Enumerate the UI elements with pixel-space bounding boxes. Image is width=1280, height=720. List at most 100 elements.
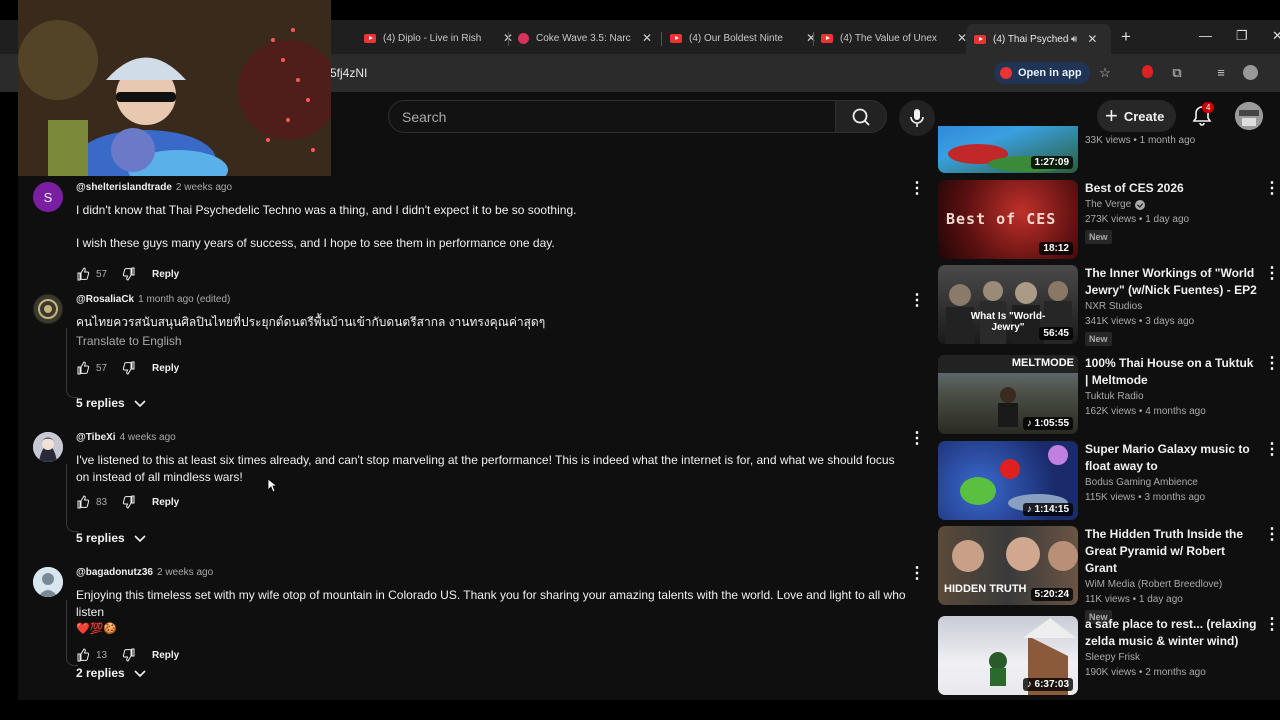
close-window-icon[interactable]: ✕ [1272, 28, 1280, 44]
comment-time[interactable]: 2 weeks ago [176, 182, 232, 193]
video-title[interactable]: a safe place to rest... (relaxing zelda … [1085, 616, 1260, 650]
video-thumbnail[interactable]: ♪ 6:37:03 [938, 616, 1078, 695]
comment-author[interactable]: @RosaliaCk [76, 294, 134, 305]
comment-author[interactable]: @TibeXi [76, 432, 116, 443]
url-field[interactable]: 5fj4zNI [330, 66, 367, 80]
extensions-puzzle-icon[interactable]: ⧉ [1169, 65, 1185, 81]
recommended-video[interactable]: 1:27:09 33K views • 1 month ago [938, 126, 1280, 173]
comment-thread: @RosaliaCk 1 month ago (edited) คนไทยควรส… [33, 293, 925, 424]
comment-text: I wish these guys many years of success,… [76, 236, 555, 250]
more-options-icon[interactable]: ⋮ [1264, 442, 1280, 458]
media-control-icon[interactable]: ≡ [1213, 65, 1229, 81]
reply-button[interactable]: Reply [152, 269, 179, 280]
comment-time[interactable]: 1 month ago (edited) [138, 294, 230, 305]
video-thumbnail[interactable]: What Is "World-Jewry" 56:45 [938, 265, 1078, 344]
extension-red-icon[interactable] [1139, 65, 1155, 81]
more-options-icon[interactable]: ⋮ [909, 431, 925, 448]
recommended-video[interactable]: ♪ 1:14:15 Super Mario Galaxy music to fl… [938, 441, 1280, 521]
channel-name[interactable]: WiM Media (Robert Breedlove) [1085, 579, 1222, 590]
recommended-video[interactable]: HIDDEN TRUTH 5:20:24 The Hidden Truth In… [938, 526, 1280, 624]
recommended-video[interactable]: Best of CES 18:12 Best of CES 2026 The V… [938, 180, 1280, 260]
like-icon[interactable] [76, 495, 90, 509]
channel-name[interactable]: The Verge [1085, 199, 1131, 210]
search-button[interactable] [835, 100, 887, 133]
minimize-icon[interactable]: — [1199, 28, 1212, 43]
dislike-icon[interactable] [122, 648, 136, 662]
open-in-app-button[interactable]: Open in app [994, 62, 1090, 84]
voice-search-button[interactable] [899, 100, 935, 136]
recommended-video[interactable]: What Is "World-Jewry" 56:45 The Inner Wo… [938, 265, 1280, 346]
webcam-overlay [18, 0, 331, 176]
comment-author[interactable]: @shelterislandtrade [76, 182, 172, 193]
search-input[interactable] [402, 109, 802, 125]
more-options-icon[interactable]: ⋮ [909, 293, 925, 310]
speaker-icon[interactable]: 🔊︎ [1071, 34, 1077, 45]
recommended-video[interactable]: ♪ 6:37:03 a safe place to rest... (relax… [938, 616, 1280, 696]
video-duration: 18:12 [1039, 242, 1073, 255]
more-options-icon[interactable]: ⋮ [909, 181, 925, 198]
comment-body: @shelterislandtrade 2 weeks ago I didn't … [76, 182, 916, 282]
video-duration: ♪ 1:05:55 [1022, 417, 1073, 430]
profile-icon[interactable] [1242, 65, 1258, 81]
bookmark-star-icon[interactable]: ☆ [1097, 65, 1113, 81]
channel-name[interactable]: Bodus Gaming Ambience [1085, 477, 1198, 488]
view-replies-button[interactable]: 5 replies [76, 396, 146, 410]
chevron-down-icon [134, 535, 146, 543]
comment-author[interactable]: @bagadonutz36 [76, 567, 153, 578]
avatar[interactable] [33, 432, 63, 462]
video-title[interactable]: The Inner Workings of "World Jewry" (w/N… [1085, 265, 1260, 299]
comment-time[interactable]: 2 weeks ago [157, 567, 213, 578]
new-badge: New [1085, 230, 1112, 244]
tab-thai-psychedelic[interactable]: (4) Thai Psychede 🔊︎ ✕ [966, 24, 1111, 54]
video-thumbnail[interactable]: ♪ 1:14:15 [938, 441, 1078, 520]
video-title[interactable]: Super Mario Galaxy music to float away t… [1085, 441, 1260, 475]
comment-time[interactable]: 4 weeks ago [120, 432, 176, 443]
video-title[interactable]: 100% Thai House on a Tuktuk | Meltmode [1085, 355, 1260, 389]
dislike-icon[interactable] [122, 267, 136, 281]
thumbnail-text: HIDDEN TRUTH [944, 583, 1027, 595]
channel-name[interactable]: Tuktuk Radio [1085, 391, 1144, 402]
dislike-icon[interactable] [122, 361, 136, 375]
video-thumbnail[interactable]: 1:27:09 [938, 126, 1078, 173]
video-thumbnail[interactable]: HIDDEN TRUTH 5:20:24 [938, 526, 1078, 605]
thumbnail-text: What Is "World-Jewry" [970, 311, 1046, 333]
more-options-icon[interactable]: ⋮ [1264, 266, 1280, 282]
avatar[interactable]: S [33, 182, 63, 212]
video-thumbnail[interactable]: Best of CES 18:12 [938, 180, 1078, 259]
translate-link[interactable]: Translate to English [76, 334, 916, 348]
more-options-icon[interactable]: ⋮ [1264, 181, 1280, 197]
like-icon[interactable] [76, 267, 90, 281]
reply-button[interactable]: Reply [152, 363, 179, 374]
youtube-icon [821, 33, 833, 43]
search-box[interactable] [388, 100, 836, 133]
more-options-icon[interactable]: ⋮ [1264, 617, 1280, 633]
reply-button[interactable]: Reply [152, 650, 179, 661]
view-replies-button[interactable]: 5 replies [76, 531, 146, 545]
like-icon[interactable] [76, 361, 90, 375]
mouse-cursor-icon [268, 479, 278, 493]
avatar[interactable] [33, 567, 63, 597]
reply-button[interactable]: Reply [152, 497, 179, 508]
video-title[interactable]: Best of CES 2026 [1085, 180, 1260, 197]
dislike-icon[interactable] [122, 495, 136, 509]
video-title[interactable]: The Hidden Truth Inside the Great Pyrami… [1085, 526, 1260, 577]
channel-name[interactable]: NXR Studios [1085, 301, 1142, 312]
new-tab-button[interactable]: + [1121, 27, 1131, 47]
close-tab-icon[interactable]: ✕ [1087, 32, 1097, 46]
more-options-icon[interactable]: ⋮ [909, 566, 925, 583]
more-options-icon[interactable]: ⋮ [1264, 527, 1280, 543]
tab-boldest-nintendo[interactable]: (4) Our Boldest Ninte ✕ [662, 24, 824, 52]
video-thumbnail[interactable]: MELTMODE ♪ 1:05:55 [938, 355, 1078, 434]
like-icon[interactable] [76, 648, 90, 662]
verified-badge-icon [1135, 199, 1146, 210]
tab-value-of[interactable]: (4) The Value of Unex ✕ [813, 24, 975, 52]
more-options-icon[interactable]: ⋮ [1264, 356, 1280, 372]
restore-icon[interactable]: ❐ [1236, 28, 1248, 44]
avatar[interactable] [33, 294, 63, 324]
view-replies-button[interactable]: 2 replies [76, 666, 146, 680]
tab-coke-wave[interactable]: Coke Wave 3.5: Narc ✕ [510, 24, 660, 52]
recommended-video[interactable]: MELTMODE ♪ 1:05:55 100% Thai House on a … [938, 355, 1280, 435]
close-tab-icon[interactable]: ✕ [642, 31, 652, 45]
tab-diplo[interactable]: (4) Diplo - Live in Rish ✕ [356, 24, 521, 52]
channel-name[interactable]: Sleepy Frisk [1085, 652, 1140, 663]
